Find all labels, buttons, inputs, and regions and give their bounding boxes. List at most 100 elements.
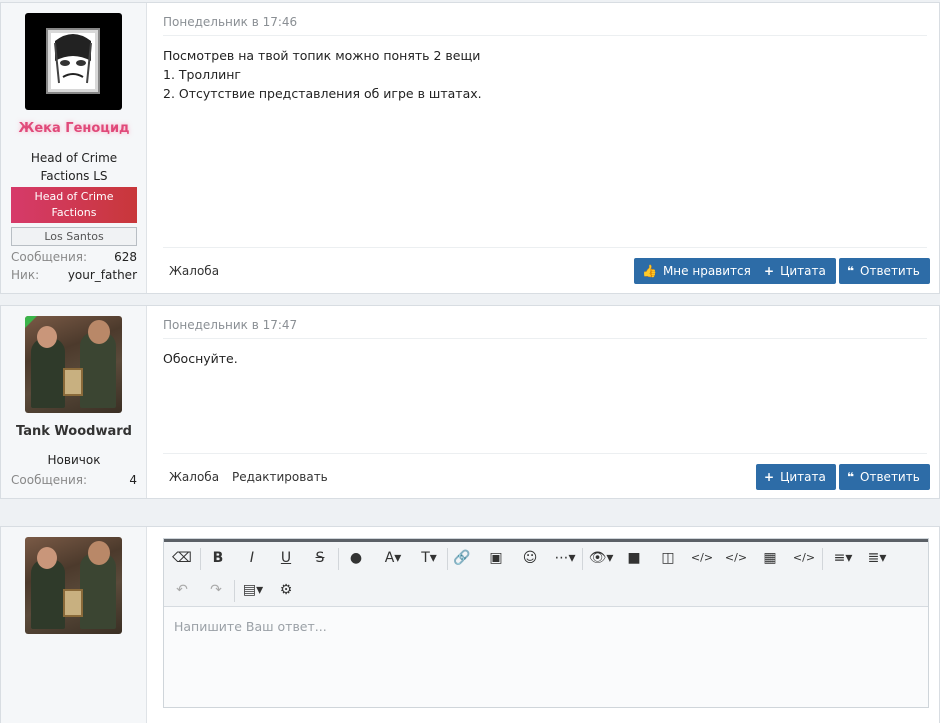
post-1: Жека Геноцид Head of Crime Factions LS H… xyxy=(0,2,940,294)
like-label: Мне нравится xyxy=(662,264,751,278)
quote-icon: ❝ xyxy=(847,470,855,484)
divider xyxy=(234,580,235,602)
quote-label: Цитата xyxy=(780,470,826,484)
reply-button[interactable]: ❝ Ответить xyxy=(839,258,930,284)
font-size-icon[interactable]: T▾ xyxy=(414,546,444,570)
avatar[interactable] xyxy=(25,316,122,413)
post-line: 2. Отсутствие представления об игре в шт… xyxy=(163,86,482,101)
reply-box: ⌫ B I U S ● A▾ T▾ 🔗 ▣ ☺ ⋯▾ 👁▾ ■ ◫ </> </… xyxy=(0,526,940,723)
list-icon[interactable]: ≣▾ xyxy=(862,546,892,570)
post-body: Посмотрев на твой топик можно понять 2 в… xyxy=(163,46,482,103)
plus-icon: + xyxy=(764,264,775,278)
username[interactable]: Жека Геноцид xyxy=(1,121,147,136)
like-button[interactable]: 👍 Мне нравится xyxy=(634,258,761,284)
gear-icon[interactable]: ⚙ xyxy=(274,578,298,602)
quote-label: Цитата xyxy=(780,264,826,278)
stat-nick: Ник: your_father xyxy=(11,268,137,282)
save-draft-icon[interactable]: ▤▾ xyxy=(238,578,268,602)
thumbs-up-icon: 👍 xyxy=(642,264,657,278)
post-2: Tank Woodward Новичок Сообщения: 4 Понед… xyxy=(0,305,940,499)
strikethrough-icon[interactable]: S xyxy=(308,546,332,570)
reply-textarea[interactable]: Напишите Ваш ответ... xyxy=(164,607,928,707)
divider xyxy=(163,35,927,36)
plus-icon: + xyxy=(764,470,775,484)
stat-label: Сообщения: xyxy=(11,473,88,487)
post-content: Понедельник в 17:47 Обоснуйте. Жалоба Ре… xyxy=(163,306,930,498)
more-icon[interactable]: ⋯▾ xyxy=(550,546,580,570)
divider xyxy=(447,548,448,570)
quote-button[interactable]: + Цитата xyxy=(756,258,836,284)
post-user-panel: Жека Геноцид Head of Crime Factions LS H… xyxy=(1,3,147,293)
quote-icon: ❝ xyxy=(847,264,855,278)
reply-button[interactable]: ❝ Ответить xyxy=(839,464,930,490)
post-body: Обоснуйте. xyxy=(163,349,238,368)
stat-value: 4 xyxy=(129,473,137,487)
html-icon[interactable]: </> xyxy=(792,546,816,570)
avatar-figure xyxy=(37,326,57,348)
divider xyxy=(163,247,927,248)
redo-icon[interactable]: ↷ xyxy=(204,578,228,602)
online-indicator-icon xyxy=(25,316,37,328)
spoiler-icon[interactable]: 👁▾ xyxy=(586,546,616,570)
divider xyxy=(822,548,823,570)
bold-icon[interactable]: B xyxy=(206,546,230,570)
italic-icon[interactable]: I xyxy=(240,546,264,570)
avatar-figure xyxy=(37,547,57,569)
stat-label: Сообщения: xyxy=(11,250,88,264)
post-line: Посмотрев на твой топик можно понять 2 в… xyxy=(163,48,481,63)
code-icon[interactable]: </> xyxy=(690,546,714,570)
divider xyxy=(200,548,201,570)
inline-code-icon[interactable]: </> xyxy=(724,546,748,570)
stat-messages: Сообщения: 628 xyxy=(11,250,137,264)
avatar-figure xyxy=(88,541,110,565)
divider xyxy=(582,548,583,570)
eraser-icon[interactable]: ⌫ xyxy=(170,546,194,570)
square-icon[interactable]: ■ xyxy=(622,546,646,570)
image-icon[interactable]: ▣ xyxy=(484,546,508,570)
report-link[interactable]: Жалоба xyxy=(169,470,219,484)
color-drop-icon[interactable]: ● xyxy=(344,546,368,570)
post-date[interactable]: Понедельник в 17:47 xyxy=(163,318,297,332)
undo-icon[interactable]: ↶ xyxy=(170,578,194,602)
underline-icon[interactable]: U xyxy=(274,546,298,570)
rich-text-editor: ⌫ B I U S ● A▾ T▾ 🔗 ▣ ☺ ⋯▾ 👁▾ ■ ◫ </> </… xyxy=(163,538,929,708)
avatar-figure xyxy=(31,338,65,408)
stat-value: 628 xyxy=(114,250,137,264)
divider xyxy=(163,338,927,339)
post-date[interactable]: Понедельник в 17:46 xyxy=(163,15,297,29)
avatar-figure xyxy=(31,559,65,629)
divider xyxy=(338,548,339,570)
user-tag: Los Santos xyxy=(11,227,137,246)
link-icon[interactable]: 🔗 xyxy=(450,546,474,570)
user-title: Новичок xyxy=(47,453,101,467)
post-content: Понедельник в 17:46 Посмотрев на твой то… xyxy=(163,3,930,293)
stat-messages: Сообщения: 4 xyxy=(11,473,137,487)
avatar-image xyxy=(46,28,100,94)
columns-icon[interactable]: ◫ xyxy=(656,546,680,570)
font-family-icon[interactable]: A▾ xyxy=(378,546,408,570)
avatar-figure xyxy=(88,320,110,344)
username[interactable]: Tank Woodward xyxy=(1,424,147,439)
editor-toolbar: ⌫ B I U S ● A▾ T▾ 🔗 ▣ ☺ ⋯▾ 👁▾ ■ ◫ </> </… xyxy=(164,539,928,607)
reply-label: Ответить xyxy=(860,264,920,278)
post-line: Обоснуйте. xyxy=(163,351,238,366)
stat-label: Ник: xyxy=(11,268,40,282)
avatar[interactable] xyxy=(25,537,122,634)
divider xyxy=(163,453,927,454)
edit-link[interactable]: Редактировать xyxy=(232,470,328,484)
avatar-figure xyxy=(63,589,83,617)
user-banner: Head of Crime Factions xyxy=(11,187,137,223)
stat-value: your_father xyxy=(67,268,137,282)
table-icon[interactable]: ▦ xyxy=(758,546,782,570)
avatar[interactable] xyxy=(25,13,122,110)
post-line: 1. Троллинг xyxy=(163,67,241,82)
smile-icon[interactable]: ☺ xyxy=(518,546,542,570)
quote-button[interactable]: + Цитата xyxy=(756,464,836,490)
post-user-panel xyxy=(1,527,147,723)
align-icon[interactable]: ≡▾ xyxy=(828,546,858,570)
avatar-figure xyxy=(63,368,83,396)
user-title: Head of Crime Factions LS xyxy=(30,151,118,183)
report-link[interactable]: Жалоба xyxy=(169,264,219,278)
post-user-panel: Tank Woodward Новичок Сообщения: 4 xyxy=(1,306,147,498)
reply-label: Ответить xyxy=(860,470,920,484)
